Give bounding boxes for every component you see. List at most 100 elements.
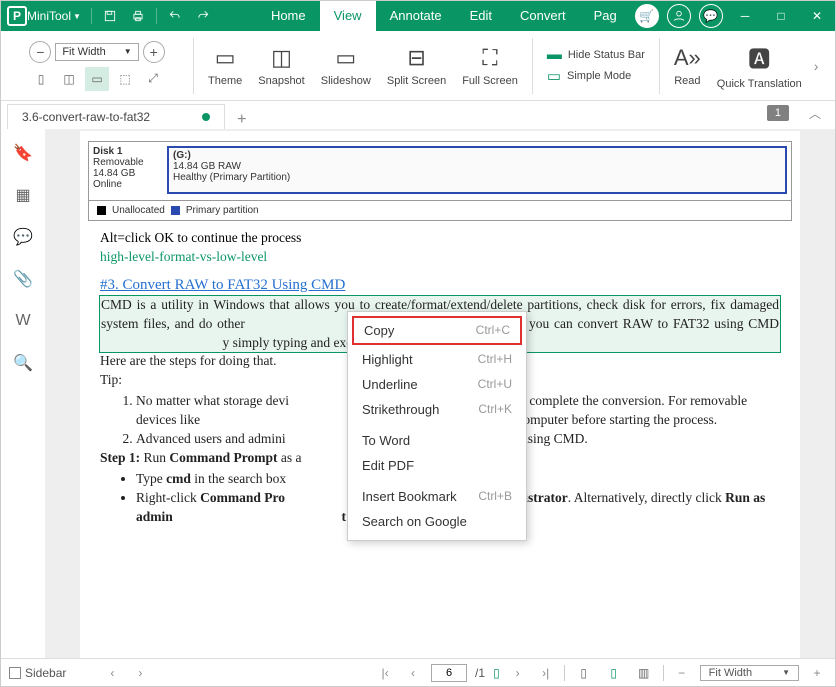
- simple-mode-icon: ▭: [547, 67, 561, 85]
- page-badge: 1: [767, 105, 789, 121]
- zoom-fit-dropdown[interactable]: Fit Width ▼: [55, 43, 138, 61]
- zoom-out-status[interactable]: −: [672, 663, 692, 683]
- app-dropdown-icon[interactable]: ▼: [73, 12, 81, 21]
- embed-disk-type: Removable: [93, 157, 159, 168]
- collapse-ribbon-icon[interactable]: ︿: [809, 105, 821, 122]
- view-fit-page-icon[interactable]: ⬚: [113, 67, 137, 91]
- view-actual-size-icon[interactable]: ◫: [57, 67, 81, 91]
- menu-tabs: Home View Annotate Edit Convert Pag: [257, 1, 631, 31]
- app-logo-area[interactable]: P MiniTool ▼: [1, 6, 87, 26]
- attachments-icon[interactable]: 📎: [11, 267, 35, 291]
- save-icon[interactable]: [96, 1, 124, 31]
- view-continuous-icon[interactable]: ▯: [603, 663, 625, 683]
- view-single-icon[interactable]: ▯: [573, 663, 595, 683]
- app-name: MiniTool: [27, 9, 71, 23]
- embed-part-size: 14.84 GB RAW: [173, 161, 781, 172]
- page-last-button[interactable]: ›|: [536, 663, 556, 683]
- page-next-button[interactable]: ›: [130, 663, 150, 683]
- read-button[interactable]: A»Read: [666, 45, 709, 87]
- ctx-search-google[interactable]: Search on Google: [348, 509, 526, 534]
- ctx-highlight[interactable]: HighlightCtrl+H: [348, 347, 526, 372]
- quick-translation-button[interactable]: 🅰Quick Translation: [709, 42, 810, 90]
- ctx-insert-bookmark[interactable]: Insert BookmarkCtrl+B: [348, 484, 526, 509]
- ctx-strikethrough[interactable]: StrikethroughCtrl+K: [348, 397, 526, 422]
- page-prev-button[interactable]: ‹: [102, 663, 122, 683]
- account-icon[interactable]: [667, 4, 691, 28]
- print-icon[interactable]: [124, 1, 152, 31]
- theme-button[interactable]: ▭Theme: [200, 45, 250, 87]
- full-screen-button[interactable]: ⛶Full Screen: [454, 45, 526, 87]
- chevron-down-icon: ▼: [124, 47, 132, 56]
- context-menu: CopyCtrl+C HighlightCtrl+H UnderlineCtrl…: [347, 311, 527, 541]
- minimize-button[interactable]: ─: [727, 1, 763, 31]
- checkbox-icon: [9, 667, 21, 679]
- ctx-to-word[interactable]: To Word: [348, 428, 526, 453]
- close-button[interactable]: ✕: [799, 1, 835, 31]
- word-export-icon[interactable]: W: [11, 309, 35, 333]
- menu-home[interactable]: Home: [257, 1, 320, 31]
- page-back-button[interactable]: ‹: [403, 663, 423, 683]
- view-single-page-icon[interactable]: ▯: [29, 67, 53, 91]
- split-screen-icon: ⊟: [407, 45, 425, 71]
- simple-mode-button[interactable]: ▭Simple Mode: [547, 67, 645, 85]
- menu-view[interactable]: View: [320, 1, 376, 31]
- page-fwd-button[interactable]: ›: [508, 663, 528, 683]
- thumbnails-icon[interactable]: ▦: [11, 183, 35, 207]
- view-crop-icon[interactable]: ⤢: [141, 67, 165, 91]
- search-icon[interactable]: 🔍: [11, 351, 35, 375]
- ctx-underline[interactable]: UnderlineCtrl+U: [348, 372, 526, 397]
- maximize-button[interactable]: □: [763, 1, 799, 31]
- menu-edit[interactable]: Edit: [456, 1, 506, 31]
- menu-annotate[interactable]: Annotate: [376, 1, 456, 31]
- split-screen-button[interactable]: ⊟Split Screen: [379, 45, 454, 87]
- green-link: high-level-format-vs-low-level: [100, 248, 780, 267]
- undo-icon[interactable]: [161, 1, 189, 31]
- sidebar-toggle[interactable]: Sidebar: [9, 666, 66, 680]
- ctx-edit-pdf[interactable]: Edit PDF: [348, 453, 526, 478]
- embed-part-state: Healthy (Primary Partition): [173, 172, 781, 183]
- view-two-page-icon[interactable]: ▥: [633, 663, 655, 683]
- snapshot-button[interactable]: ◫Snapshot: [250, 45, 312, 87]
- bookmark-icon[interactable]: 🔖: [11, 141, 35, 165]
- ribbon-more-icon[interactable]: ›: [810, 58, 823, 74]
- titlebar: P MiniTool ▼ Home View Annotate Edit Con…: [1, 1, 835, 31]
- zoom-fit-label: Fit Width: [62, 46, 105, 58]
- legend-primary: Primary partition: [186, 205, 259, 216]
- zoom-in-status[interactable]: +: [807, 663, 827, 683]
- status-bar: Sidebar ‹ › |‹ ‹ /1 ▯ › ›| ▯ ▯ ▥ − Fit W…: [1, 658, 835, 686]
- zoom-in-button[interactable]: +: [143, 41, 165, 63]
- slideshow-icon: ▭: [335, 45, 356, 71]
- add-tab-button[interactable]: +: [237, 111, 246, 129]
- section-heading: #3. Convert RAW to FAT32 Using CMD: [100, 275, 780, 296]
- ctx-copy[interactable]: CopyCtrl+C: [352, 316, 522, 345]
- redo-icon[interactable]: [189, 1, 217, 31]
- slideshow-button[interactable]: ▭Slideshow: [313, 45, 379, 87]
- view-fit-width-icon[interactable]: ▭: [85, 67, 109, 91]
- menu-page[interactable]: Pag: [580, 1, 631, 31]
- embedded-disk-management: Disk 1 Removable 14.84 GB Online (G:) 14…: [88, 141, 792, 221]
- zoom-out-button[interactable]: −: [29, 41, 51, 63]
- statusbar-icon: ▬: [547, 46, 562, 63]
- cart-icon[interactable]: 🛒: [635, 4, 659, 28]
- legend-primary-icon: [171, 206, 180, 215]
- page-input[interactable]: [431, 664, 467, 682]
- modified-dot-icon: [202, 113, 210, 121]
- embed-disk-title: Disk 1: [93, 146, 122, 157]
- page-first-button[interactable]: |‹: [375, 663, 395, 683]
- legend-unalloc-icon: [97, 206, 106, 215]
- zoom-fit-status[interactable]: Fit Width▼: [700, 665, 799, 681]
- feedback-icon[interactable]: 💬: [699, 4, 723, 28]
- document-tab[interactable]: 3.6-convert-raw-to-fat32: [7, 104, 225, 129]
- translate-icon: 🅰: [748, 42, 770, 74]
- ribbon: − Fit Width ▼ + ▯ ◫ ▭ ⬚ ⤢ ▭Theme ◫Snapsho…: [1, 31, 835, 101]
- embed-disk-status: Online: [93, 179, 159, 190]
- full-screen-icon: ⛶: [482, 45, 497, 71]
- left-sidebar: 🔖 ▦ 💬 📎 W 🔍: [1, 129, 45, 667]
- page-marker-icon: ▯: [493, 666, 500, 680]
- snapshot-icon: ◫: [271, 45, 292, 71]
- comments-icon[interactable]: 💬: [11, 225, 35, 249]
- menu-convert[interactable]: Convert: [506, 1, 580, 31]
- theme-icon: ▭: [215, 45, 236, 71]
- hide-statusbar-button[interactable]: ▬Hide Status Bar: [547, 46, 645, 63]
- document-tab-title: 3.6-convert-raw-to-fat32: [22, 110, 150, 124]
